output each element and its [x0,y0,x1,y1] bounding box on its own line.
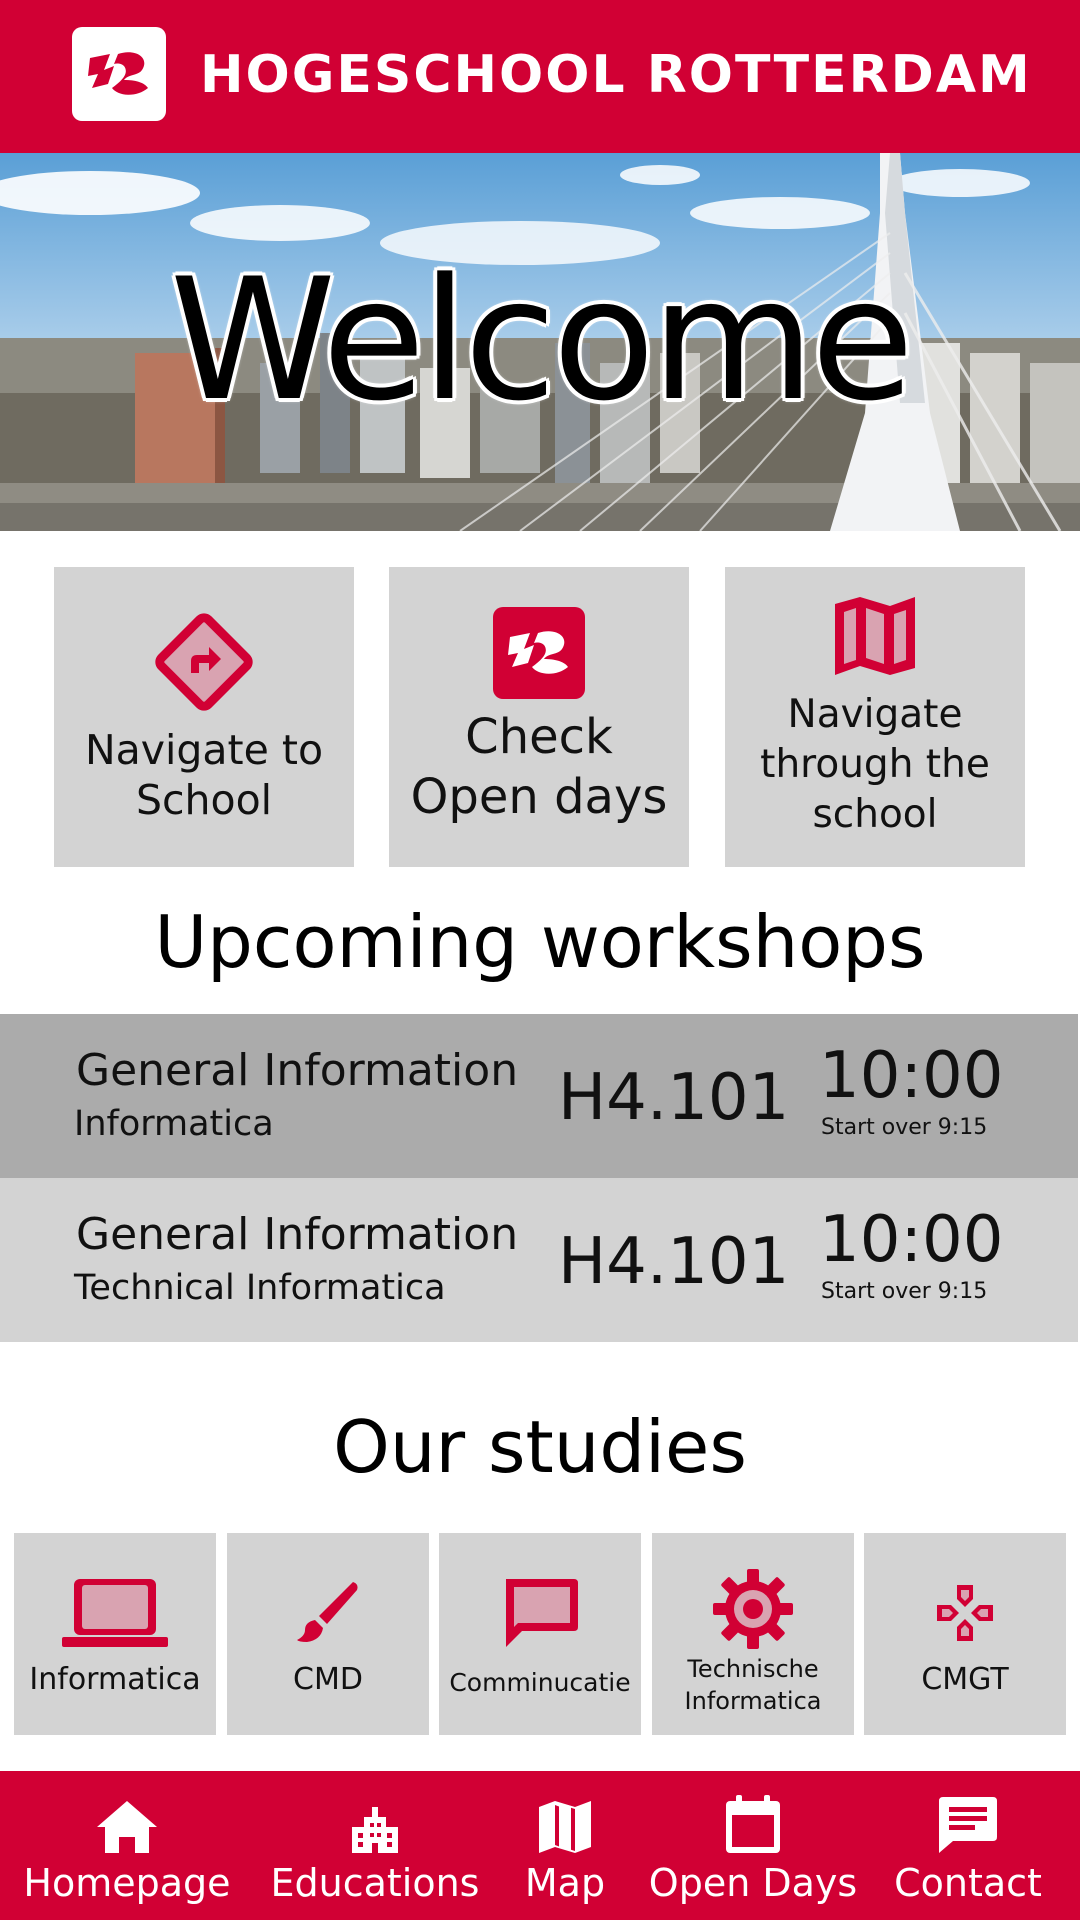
study-label: Informatica [684,1687,822,1715]
study-label: CMGT [921,1662,1009,1697]
calendar-icon [726,1795,780,1853]
study-label: Technische [687,1655,819,1683]
message-icon [506,1579,578,1647]
building-icon [352,1807,398,1853]
workshop-title: General Information [76,1209,519,1260]
app-header: HOGESCHOOL ROTTERDAM [0,0,1080,153]
hr-logo-icon[interactable] [72,27,166,121]
action-label: Navigate to [84,726,324,774]
workshop-row[interactable]: General Information Informatica H4.101 1… [0,1014,1078,1178]
action-label: school [812,792,938,837]
action-label: Navigate [787,692,963,737]
gamepad-icon [937,1585,993,1641]
study-tile-informatica[interactable]: Informatica [14,1533,216,1735]
workshop-room: H4.101 [558,1225,790,1299]
nav-open-days[interactable]: Open Days [648,1771,858,1920]
brand-name: HOGESCHOOL ROTTERDAM [200,45,1032,105]
workshop-row[interactable]: General Information Technical Informatic… [0,1178,1078,1342]
action-label: School [135,776,273,824]
workshop-time: 10:00 [819,1203,1004,1277]
workshop-title: General Information [76,1045,519,1096]
workshop-study: Informatica [74,1104,274,1144]
map-icon [835,597,915,675]
study-tile-technische-informatica[interactable]: Technische Informatica [652,1533,854,1735]
workshop-start: Start over 9:15 [821,1115,988,1140]
workshop-study: Technical Informatica [74,1268,446,1308]
studies-title: Our studies [333,1405,747,1489]
navigate-to-school-button[interactable]: Navigate to School [54,567,354,867]
nav-map[interactable]: Map [505,1771,625,1920]
action-label: Check [465,709,613,765]
study-tile-cmgt[interactable]: CMGT [864,1533,1066,1735]
workshop-room: H4.101 [558,1061,790,1135]
check-open-days-button[interactable]: Check Open days [389,567,689,867]
map-icon [539,1801,591,1853]
nav-label: Map [524,1861,606,1905]
directions-icon [155,613,253,711]
brush-icon [297,1582,358,1642]
study-label: Comminucatie [449,1668,631,1697]
nav-educations[interactable]: Educations [268,1771,482,1920]
chat-icon [939,1797,997,1853]
action-label: Open days [410,769,668,825]
action-label: through the [760,742,990,787]
nav-label: Open Days [648,1861,858,1905]
study-tile-cmd[interactable]: CMD [227,1533,429,1735]
study-label: CMD [293,1662,363,1697]
navigate-through-school-button[interactable]: Navigate through the school [725,567,1025,867]
laptop-icon [62,1579,168,1647]
bottom-navigation: Homepage Educations Map Open Days Contac… [0,1771,1080,1920]
gear-icon [713,1569,793,1649]
nav-label: Contact [894,1861,1042,1905]
workshops-title: Upcoming workshops [154,900,926,984]
workshop-start: Start over 9:15 [821,1279,988,1304]
hr-logo-icon [493,607,585,699]
nav-homepage[interactable]: Homepage [20,1771,234,1920]
nav-label: Homepage [23,1861,231,1905]
workshop-time: 10:00 [819,1039,1004,1113]
nav-label: Educations [270,1861,480,1905]
welcome-title: Welcome [169,242,914,438]
nav-contact[interactable]: Contact [886,1771,1050,1920]
study-tile-communicatie[interactable]: Comminucatie [439,1533,641,1735]
study-label: Informatica [29,1662,201,1697]
hero-banner: Welcome [0,153,1080,531]
home-icon [97,1801,157,1853]
